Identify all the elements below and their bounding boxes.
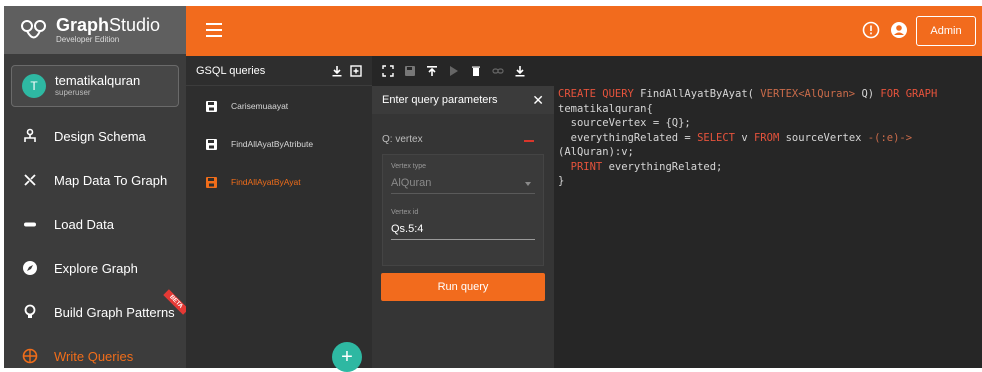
query-item-label: Carisemuaayat (231, 101, 289, 111)
queries-header: GSQL queries (186, 56, 372, 86)
code-line: 2 sourceVertex = {Q}; (546, 116, 937, 131)
params-title: Enter query parameters (382, 94, 498, 106)
schema-icon (22, 128, 38, 144)
nav-label: Design Schema (54, 128, 146, 144)
gsql-queries-panel: GSQL queries Carisemuaayat FindAllAyatBy… (186, 56, 372, 372)
chevron-down-icon (525, 182, 531, 186)
params-header: Enter query parameters ✕ (372, 86, 554, 114)
delete-icon[interactable] (470, 65, 482, 77)
brand-text: GraphStudio Developer Edition (56, 15, 161, 45)
avatar: T (22, 74, 46, 98)
query-item-label: FindAllAyatByAtribute (231, 139, 314, 149)
load-icon (22, 216, 38, 232)
nav-item-load-data[interactable]: Load Data (4, 204, 186, 244)
install-query-icon[interactable] (426, 65, 438, 77)
query-item-label: FindAllAyatByAyat (231, 177, 301, 187)
save-query-icon[interactable] (404, 65, 416, 77)
vertex-type-select[interactable]: AlQuran (391, 177, 535, 194)
vertex-id-input[interactable]: Qs.5:4 (391, 223, 535, 240)
user-role: superuser (55, 88, 91, 97)
top-bar: Admin (186, 6, 982, 56)
graph-name: tematikalquran (55, 73, 141, 88)
nav-label: Map Data To Graph (54, 172, 168, 188)
save-icon (206, 176, 217, 188)
query-item[interactable]: FindAllAyatByAtribute (186, 129, 372, 159)
save-icon (206, 138, 217, 150)
save-icon (206, 100, 217, 112)
param-fields: Vertex type AlQuran Vertex id Qs.5:4 (382, 154, 544, 266)
close-icon[interactable]: ✕ (532, 92, 544, 109)
admin-button[interactable]: Admin (916, 16, 976, 46)
remove-param-icon[interactable] (524, 140, 534, 142)
globe-icon (22, 348, 38, 364)
nav-label: Build Graph Patterns (54, 304, 175, 320)
bulb-icon (22, 304, 38, 320)
code-area[interactable]: 1CREATE QUERY FindAllAyatByAyat( VERTEX<… (546, 87, 938, 189)
code-line-wrap: (AlQuran):v; (558, 146, 634, 158)
code-line: 3 everythingRelated = SELECT v FROM sour… (546, 131, 937, 146)
graphstudio-logo-icon (21, 20, 46, 39)
nav-label: Load Data (54, 216, 114, 232)
sidebar: GraphStudio Developer Edition T tematika… (4, 6, 189, 368)
brand-edition: Developer Edition (56, 35, 120, 44)
code-line: 4 PRINT everythingRelated; (546, 160, 937, 175)
query-parameters-panel: Enter query parameters ✕ Q: vertex Verte… (372, 86, 554, 368)
vertex-type-label: Vertex type (391, 163, 427, 170)
expand-icon[interactable] (382, 65, 394, 77)
nav-label: Explore Graph (54, 260, 138, 276)
map-icon (22, 172, 38, 188)
brand-name: GraphStudio (56, 15, 161, 35)
add-query-button[interactable]: + (332, 342, 362, 372)
link-icon[interactable] (492, 65, 504, 77)
nav-item-map-data[interactable]: Map Data To Graph (4, 160, 186, 200)
code-line-wrap: tematikalquran{ (558, 102, 653, 115)
nav-item-explore-graph[interactable]: Explore Graph (4, 248, 186, 288)
nav-label: Write Queries (54, 348, 134, 364)
info-icon[interactable] (862, 21, 880, 39)
download-icon[interactable] (331, 65, 343, 77)
account-icon[interactable] (890, 21, 908, 39)
nav-item-design-schema[interactable]: Design Schema (4, 116, 186, 156)
queries-title: GSQL queries (196, 64, 266, 77)
hamburger-menu-icon[interactable] (206, 23, 222, 37)
editor-toolbar (372, 56, 982, 86)
compass-icon (22, 260, 38, 276)
query-item-active[interactable]: FindAllAyatByAyat (186, 167, 372, 197)
vertex-id-label: Vertex id (391, 209, 419, 216)
download-code-icon[interactable] (514, 65, 526, 77)
run-query-icon[interactable] (448, 65, 460, 77)
code-line: 1CREATE QUERY FindAllAyatByAyat( VERTEX<… (546, 87, 938, 102)
add-query-icon[interactable] (350, 65, 362, 77)
brand-header[interactable]: GraphStudio Developer Edition (4, 6, 186, 54)
query-item[interactable]: Carisemuaayat (186, 91, 372, 121)
graph-selector[interactable]: T tematikalquran superuser (11, 65, 179, 107)
code-line: 5} (546, 174, 937, 189)
nav-item-write-queries[interactable]: Write Queries (4, 336, 186, 372)
param-name: Q: vertex (382, 134, 423, 145)
run-query-button[interactable]: Run query (381, 273, 545, 301)
nav-item-build-patterns[interactable]: Build Graph Patterns BETA (4, 289, 189, 332)
